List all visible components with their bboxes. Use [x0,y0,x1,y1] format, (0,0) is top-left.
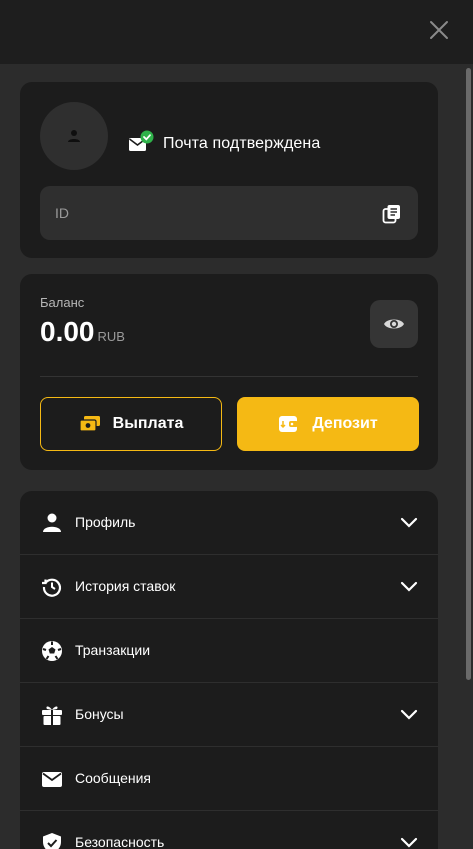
shield-icon [43,833,61,849]
menu-item-label: Сообщения [75,770,151,786]
menu-item-label: Бонусы [75,706,124,722]
menu-item-label: Транзакции [75,642,151,658]
withdraw-label: Выплата [112,415,184,432]
gift-icon [42,706,62,725]
chevron-down-icon[interactable] [400,705,418,723]
envelope-icon [42,772,62,787]
menu-item-label: Профиль [75,514,136,530]
balance-currency: RUB [97,329,125,344]
person-icon [43,513,61,532]
mail-verified-icon [129,130,154,152]
eye-icon [384,319,404,329]
menu-item-profile[interactable]: Профиль [20,491,438,555]
menu-item-label: История ставок [75,578,176,594]
balance-amount: 0.00 [40,316,95,347]
close-icon[interactable] [427,18,451,42]
account-menu: Профиль История ставок Транзакции Бонусы [20,491,438,849]
id-label: ID [55,205,69,221]
copy-icon[interactable] [382,204,402,224]
deposit-label: Депозит [312,415,378,432]
id-field: ID [40,186,418,240]
user-icon [68,130,80,142]
scrollbar[interactable] [466,68,471,680]
profile-card: Почта подтверждена ID [20,82,438,258]
email-status: Почта подтверждена [129,130,321,156]
withdraw-button[interactable]: Выплата [40,397,222,451]
menu-item-label: Безопасность [75,834,165,849]
menu-item-messages[interactable]: Сообщения [20,747,438,811]
menu-item-transactions[interactable]: Транзакции [20,619,438,683]
deposit-button[interactable]: Депозит [237,397,419,451]
menu-item-bet-history[interactable]: История ставок [20,555,438,619]
cash-icon [79,416,100,432]
balance-value: 0.00 RUB [40,316,125,348]
chevron-down-icon[interactable] [400,513,418,531]
divider [40,376,418,377]
email-status-text: Почта подтверждена [163,135,321,152]
balance-card: Баланс 0.00 RUB Выплата Депозит [20,274,438,470]
balance-label: Баланс [40,295,85,310]
menu-item-bonuses[interactable]: Бонусы [20,683,438,747]
avatar[interactable] [40,102,108,170]
menu-item-security[interactable]: Безопасность [20,811,438,849]
top-bar [0,0,473,64]
chevron-down-icon[interactable] [400,577,418,595]
history-icon [42,578,62,597]
toggle-balance-visibility-button[interactable] [370,300,418,348]
wallet-icon [279,416,299,432]
chevron-down-icon[interactable] [400,833,418,849]
soccer-ball-icon [42,641,62,661]
